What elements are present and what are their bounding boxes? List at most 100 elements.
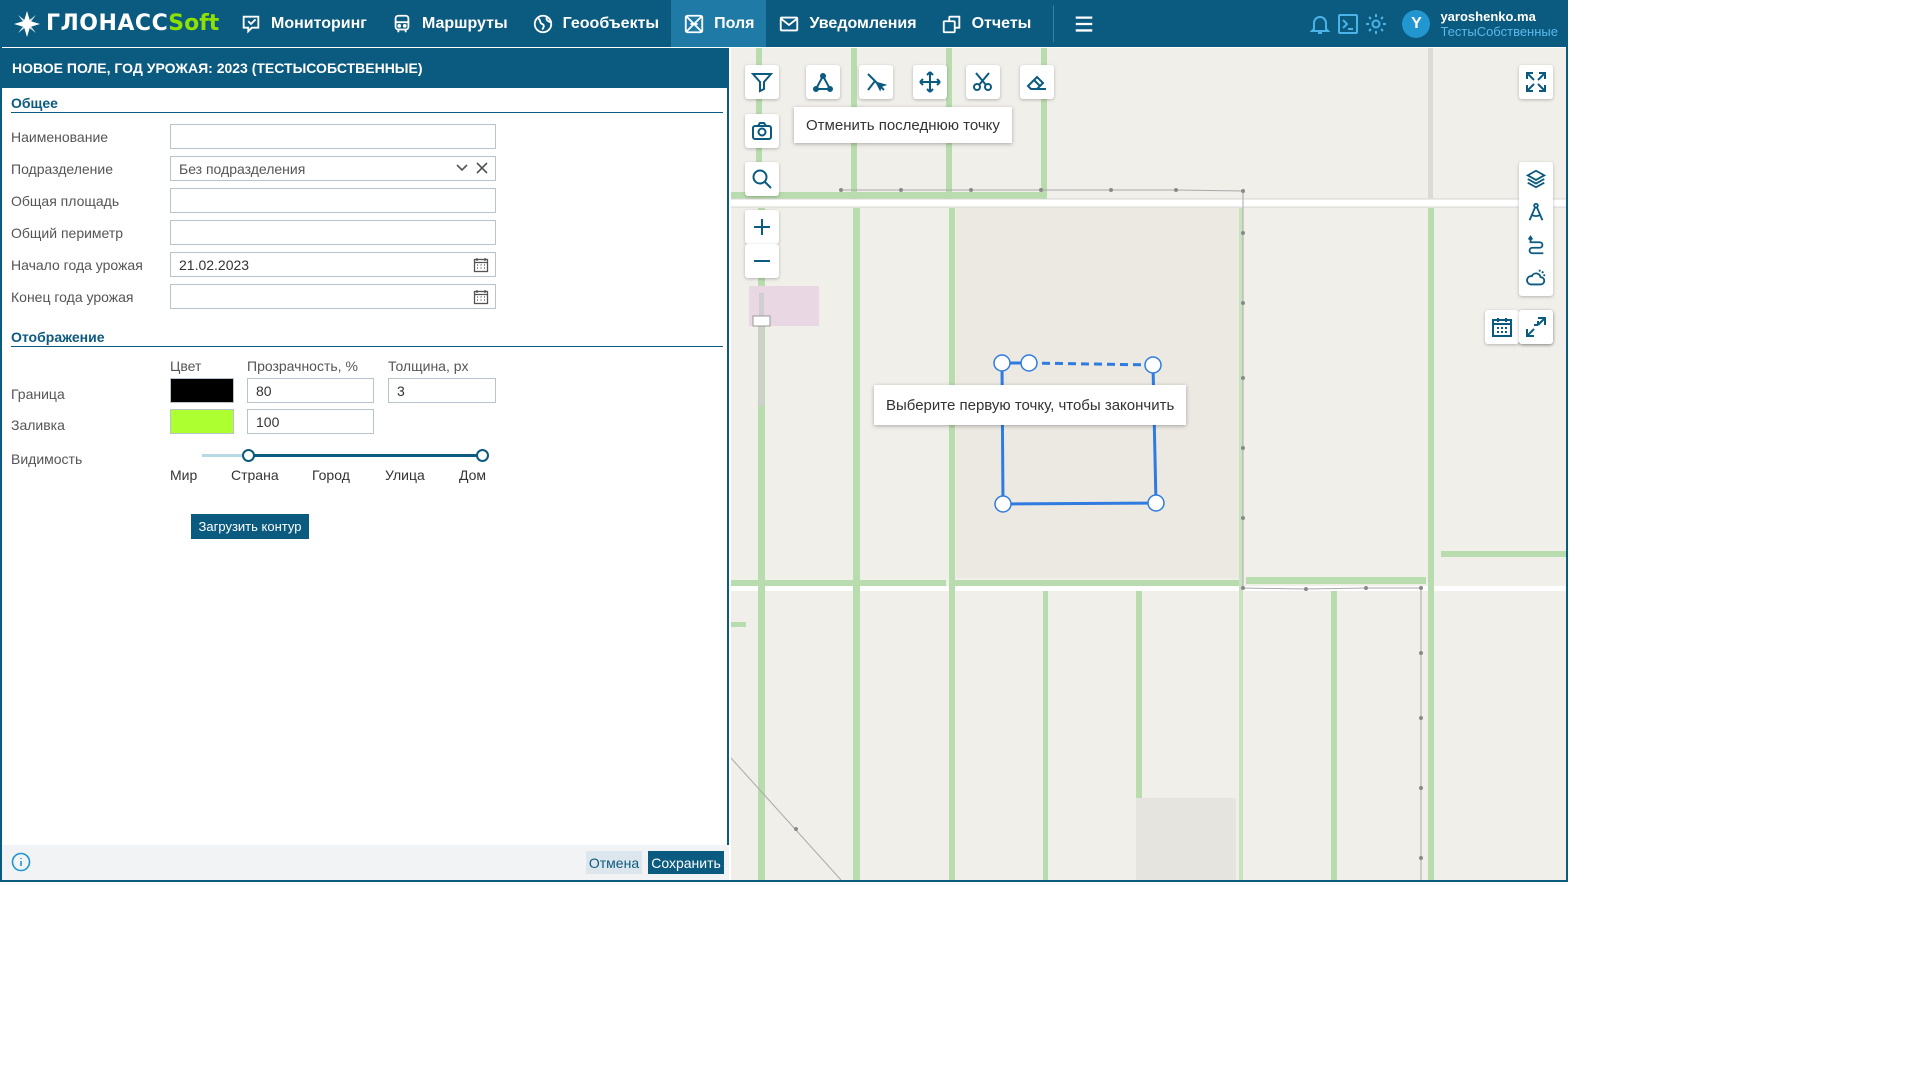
nav-routes-label: Маршруты xyxy=(421,14,508,32)
visibility-label: Видимость xyxy=(11,451,83,467)
cursor-edit-icon xyxy=(867,73,888,92)
opacity-column-header: Прозрачность, % xyxy=(247,358,358,374)
calendar-view-button[interactable] xyxy=(1485,310,1519,344)
field-icon xyxy=(684,14,704,33)
expand-icon xyxy=(1526,72,1546,92)
nav-monitoring-label: Мониторинг xyxy=(271,14,367,32)
zoom-in-button[interactable] xyxy=(745,210,779,244)
map-layers-panel xyxy=(1519,162,1553,296)
bell-icon[interactable] xyxy=(1308,12,1332,36)
logo-text-soft: Soft xyxy=(168,11,220,36)
area-label: Общая площадь xyxy=(11,193,120,209)
division-select[interactable]: Без подразделения xyxy=(170,156,496,181)
user-info[interactable]: yaroshenko.ma ТестыСобственные xyxy=(1440,9,1558,39)
fill-opacity-input[interactable]: 100 xyxy=(247,409,374,434)
calendar-grid-icon xyxy=(1492,318,1512,337)
name-label: Наименование xyxy=(11,129,109,145)
clear-icon[interactable] xyxy=(475,161,489,175)
section-display-title: Отображение xyxy=(11,329,723,347)
nav-reports-label: Отчеты xyxy=(971,14,1032,32)
camera-icon xyxy=(752,122,772,140)
logo-star-icon xyxy=(14,10,40,37)
weather-button[interactable] xyxy=(1519,261,1553,294)
draw-polygon-tool[interactable] xyxy=(806,65,840,99)
border-label: Граница xyxy=(11,386,65,402)
season-end-label: Конец года урожая xyxy=(11,289,134,305)
filter-tool[interactable] xyxy=(745,65,779,99)
routing-button[interactable] xyxy=(1519,228,1553,261)
polygon-draw-icon xyxy=(813,73,833,92)
zoom-out-button[interactable] xyxy=(745,244,779,278)
bus-icon xyxy=(394,14,410,32)
globe-icon xyxy=(533,14,552,33)
measure-button[interactable] xyxy=(1519,195,1553,228)
panel-title: НОВОЕ ПОЛЕ, ГОД УРОЖАЯ: 2023 (ТЕСТЫСОБСТ… xyxy=(2,48,727,88)
border-thickness-input[interactable]: 3 xyxy=(388,378,496,403)
cancel-button[interactable]: Отмена xyxy=(586,851,642,874)
season-start-input[interactable]: 21.02.2023 xyxy=(170,252,496,277)
visibility-min-handle[interactable] xyxy=(242,449,255,462)
move-tool[interactable] xyxy=(913,65,947,99)
nav-notifications[interactable]: Уведомления xyxy=(766,0,928,47)
scissors-icon xyxy=(973,72,992,91)
filter-icon xyxy=(750,73,774,93)
division-label: Подразделение xyxy=(11,161,114,177)
info-icon[interactable] xyxy=(11,852,31,872)
fullscreen-button[interactable] xyxy=(1519,65,1553,99)
menu-button[interactable] xyxy=(1064,0,1104,47)
area-input[interactable] xyxy=(170,188,496,213)
minus-icon xyxy=(754,260,770,262)
logo-text-main: ГЛОНАСС xyxy=(46,11,169,36)
gear-icon[interactable] xyxy=(1364,12,1388,36)
logo[interactable]: ГЛОНАСС Soft xyxy=(0,0,228,47)
top-navbar: ГЛОНАСС Soft Мониторинг Маршруты Геообъек… xyxy=(0,0,1568,47)
perimeter-input[interactable] xyxy=(170,220,496,245)
fill-color-swatch[interactable] xyxy=(170,409,234,434)
thickness-column-header: Толщина, px xyxy=(388,358,469,374)
visibility-tick-country: Страна xyxy=(231,467,279,483)
map-tiles xyxy=(731,48,1566,880)
terminal-icon[interactable] xyxy=(1336,12,1360,36)
avatar[interactable]: Y xyxy=(1402,9,1431,38)
nav-monitoring[interactable]: Мониторинг xyxy=(228,0,379,47)
mail-icon xyxy=(780,16,799,31)
name-input[interactable] xyxy=(170,124,496,149)
layers-button[interactable] xyxy=(1519,162,1553,195)
season-start-value: 21.02.2023 xyxy=(179,256,250,273)
nav-fields[interactable]: Поля xyxy=(671,0,767,47)
chevron-down-icon[interactable] xyxy=(455,161,469,175)
visibility-max-handle[interactable] xyxy=(476,449,489,462)
save-button[interactable]: Сохранить xyxy=(648,851,724,874)
search-icon xyxy=(752,169,772,189)
hamburger-icon xyxy=(1076,15,1093,32)
visibility-tick-city: Город xyxy=(312,467,350,483)
field-editor-panel: НОВОЕ ПОЛЕ, ГОД УРОЖАЯ: 2023 (ТЕСТЫСОБСТ… xyxy=(2,48,729,880)
border-color-swatch[interactable] xyxy=(170,378,234,403)
border-opacity-input[interactable]: 80 xyxy=(247,378,374,403)
cut-tool[interactable] xyxy=(966,65,1000,99)
collapse-icon xyxy=(1526,317,1546,337)
monitor-icon xyxy=(242,15,260,34)
weather-icon xyxy=(1526,269,1546,285)
screenshot-tool[interactable] xyxy=(745,114,779,148)
user-login: yaroshenko.ma xyxy=(1440,8,1536,24)
section-general-title: Общее xyxy=(11,95,723,113)
nav-geoobjects-label: Геообъекты xyxy=(562,14,660,32)
undo-point-tooltip[interactable]: Отменить последнюю точку xyxy=(794,107,1012,143)
nav-geoobjects[interactable]: Геообъекты xyxy=(520,0,671,47)
map-area[interactable]: Отменить последнюю точку Выберите первую… xyxy=(731,48,1566,880)
search-tool[interactable] xyxy=(745,162,779,196)
season-start-label: Начало года урожая xyxy=(11,257,143,273)
fill-label: Заливка xyxy=(11,417,65,433)
calendar-icon[interactable] xyxy=(473,257,489,273)
division-value: Без подразделения xyxy=(179,160,306,177)
season-end-input[interactable] xyxy=(170,284,496,309)
collapse-map-button[interactable] xyxy=(1519,310,1553,344)
calendar-icon[interactable] xyxy=(473,289,489,305)
load-contour-button[interactable]: Загрузить контур xyxy=(191,514,309,539)
nav-routes[interactable]: Маршруты xyxy=(379,0,520,47)
eraser-tool[interactable] xyxy=(1020,65,1054,99)
plus-icon xyxy=(754,219,770,235)
edit-vertices-tool[interactable] xyxy=(859,65,893,99)
nav-reports[interactable]: Отчеты xyxy=(929,0,1044,47)
